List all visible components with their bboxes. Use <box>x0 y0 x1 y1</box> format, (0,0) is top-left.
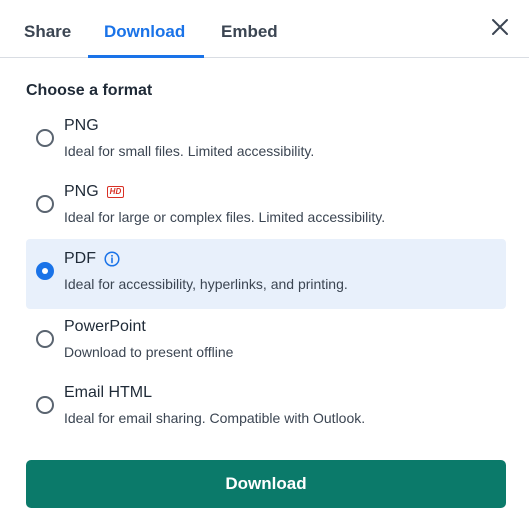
option-title: PNG HD <box>64 183 125 201</box>
option-title: PNG <box>64 117 99 135</box>
option-description: Ideal for large or complex files. Limite… <box>64 209 386 225</box>
tab-share[interactable]: Share <box>24 22 71 42</box>
format-heading: Choose a format <box>26 82 153 99</box>
download-dialog: Share Download Embed Choose a format PNG… <box>0 0 529 518</box>
option-description: Download to present offline <box>64 344 234 360</box>
close-icon <box>492 19 508 35</box>
option-description: Ideal for accessibility, hyperlinks, and… <box>64 276 348 292</box>
tab-download[interactable]: Download <box>104 22 185 42</box>
option-title: PDF <box>64 250 120 268</box>
radio-email-html[interactable] <box>36 396 54 414</box>
format-option-powerpoint[interactable]: PowerPoint Download to present offline <box>26 307 506 377</box>
format-option-png-hd[interactable]: PNG HD Ideal for large or complex files.… <box>26 172 506 242</box>
close-button[interactable] <box>487 14 513 40</box>
option-title: PowerPoint <box>64 318 146 336</box>
active-tab-indicator <box>88 55 204 58</box>
download-button[interactable]: Download <box>26 460 506 508</box>
format-option-png[interactable]: PNG Ideal for small files. Limited acces… <box>26 106 506 176</box>
radio-png-hd[interactable] <box>36 195 54 213</box>
format-option-pdf[interactable]: PDF Ideal for accessibility, hyperlinks,… <box>26 239 506 309</box>
option-title-text: PDF <box>64 250 96 267</box>
option-title-text: PowerPoint <box>64 318 146 335</box>
radio-png[interactable] <box>36 129 54 147</box>
option-title-text: PNG <box>64 117 99 134</box>
radio-powerpoint[interactable] <box>36 330 54 348</box>
format-option-email-html[interactable]: Email HTML Ideal for email sharing. Comp… <box>26 373 506 443</box>
tab-bar: Share Download Embed <box>0 0 529 58</box>
tab-embed[interactable]: Embed <box>221 22 278 42</box>
hd-badge-icon: HD <box>106 186 125 198</box>
option-description: Ideal for email sharing. Compatible with… <box>64 410 366 426</box>
option-description: Ideal for small files. Limited accessibi… <box>64 143 315 159</box>
option-title-text: Email HTML <box>64 384 153 401</box>
option-title: Email HTML <box>64 384 152 402</box>
option-title-text: PNG <box>64 183 99 200</box>
info-icon[interactable] <box>104 251 120 267</box>
radio-pdf[interactable] <box>36 262 54 280</box>
